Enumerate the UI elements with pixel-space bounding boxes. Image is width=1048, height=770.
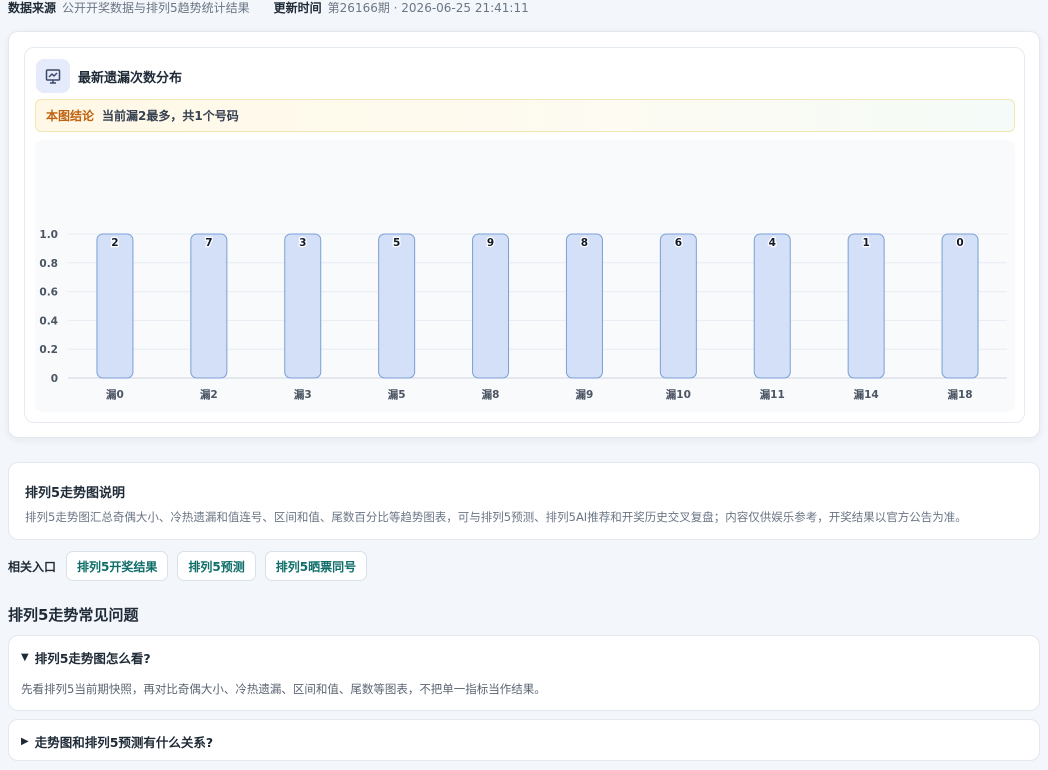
bar bbox=[847, 233, 885, 379]
x-tick-label: 漏9 bbox=[576, 388, 594, 401]
y-tick-label: 0.8 bbox=[39, 258, 58, 270]
link-results[interactable]: 排列5开奖结果 bbox=[66, 551, 169, 581]
x-tick-label: 漏14 bbox=[854, 388, 879, 401]
bar-label: 0 bbox=[956, 237, 963, 249]
faq-question-text: 走势图和排列5预测有什么关系? bbox=[34, 735, 214, 750]
y-tick-label: 1.0 bbox=[39, 229, 58, 241]
faq-item: ▶ 走势图和排列5预测有什么关系? bbox=[8, 719, 1040, 761]
triangle-down-icon: ▼ bbox=[21, 652, 29, 663]
bar-label: 9 bbox=[487, 237, 494, 249]
x-tick-label: 漏5 bbox=[388, 388, 406, 401]
link-same-tickets[interactable]: 排列5晒票同号 bbox=[264, 551, 368, 581]
description-card: 排列5走势图说明 排列5走势图汇总奇偶大小、冷热遗漏和值连号、区间和值、尾数百分… bbox=[8, 462, 1040, 540]
bar bbox=[190, 233, 228, 379]
bar bbox=[753, 233, 791, 379]
x-tick-label: 漏11 bbox=[760, 388, 785, 401]
chart-panel: 最新遗漏次数分布 本图结论 当前漏2最多，共1个号码 0 0.2 0.4 0.6 0.8… bbox=[24, 47, 1025, 423]
x-tick-label: 漏8 bbox=[482, 388, 500, 401]
conclusion-text: 当前漏2最多，共1个号码 bbox=[102, 109, 239, 123]
faq-item: ▼ 排列5走势图怎么看? 先看排列5当前期快照，再对比奇偶大小、冷热遗漏、区间和… bbox=[8, 635, 1040, 711]
chart-card: 最新遗漏次数分布 本图结论 当前漏2最多，共1个号码 0 0.2 0.4 0.6 0.8… bbox=[8, 31, 1040, 438]
bar-label: 2 bbox=[111, 237, 118, 249]
faq-question[interactable]: ▶ 走势图和排列5预测有什么关系? bbox=[21, 732, 213, 751]
x-tick-label: 漏2 bbox=[200, 388, 218, 401]
bar-label: 3 bbox=[299, 237, 306, 249]
source-label: 数据来源 bbox=[8, 0, 57, 15]
chart-title: 最新遗漏次数分布 bbox=[78, 71, 183, 86]
description-text: 排列5走势图汇总奇偶大小、冷热遗漏和值连号、区间和值、尾数百分比等趋势图表，可与… bbox=[25, 510, 967, 524]
bar bbox=[941, 233, 979, 379]
bar-chart: 0 0.2 0.4 0.6 0.8 1.0 2 漏0 7 漏2 3 漏3 5 漏5 9 漏8 8 漏9 6 漏10 4 漏… bbox=[35, 140, 1015, 412]
source-value: 公开开奖数据与排列5趋势统计结果 bbox=[62, 0, 250, 15]
bar-label: 1 bbox=[862, 237, 869, 249]
updated-value: 第26166期 · 2026-06-25 21:41:11 bbox=[327, 0, 529, 15]
faq-answer: 先看排列5当前期快照，再对比奇偶大小、冷热遗漏、区间和值、尾数等图表，不把单一指… bbox=[21, 682, 546, 696]
bar-chart-svg: 0 0.2 0.4 0.6 0.8 1.0 2 漏0 7 漏2 3 漏3 5 漏5 9 漏8 8 漏9 6 漏10 4 漏… bbox=[39, 229, 1007, 401]
bar bbox=[472, 233, 510, 379]
y-tick-label: 0.2 bbox=[39, 344, 58, 356]
bar-label: 8 bbox=[581, 237, 588, 249]
x-tick-label: 漏18 bbox=[947, 388, 972, 401]
y-tick-label: 0 bbox=[51, 373, 58, 385]
bar bbox=[659, 233, 697, 379]
y-tick-label: 0.4 bbox=[39, 315, 58, 327]
x-tick-label: 漏0 bbox=[106, 388, 124, 401]
conclusion-tag: 本图结论 bbox=[46, 109, 95, 123]
x-tick-label: 漏10 bbox=[666, 388, 691, 401]
triangle-right-icon: ▶ bbox=[21, 736, 29, 747]
bar-label: 7 bbox=[205, 237, 212, 249]
faq-question-text: 排列5走势图怎么看? bbox=[34, 651, 151, 666]
meta-row: 数据来源 公开开奖数据与排列5趋势统计结果 更新时间 第26166期 · 202… bbox=[8, 0, 529, 15]
presentation-chart-icon bbox=[36, 59, 70, 93]
faq-question[interactable]: ▼ 排列5走势图怎么看? bbox=[21, 648, 151, 667]
related-label: 相关入口 bbox=[8, 559, 57, 574]
bar-label: 5 bbox=[393, 237, 400, 249]
bar bbox=[378, 233, 416, 379]
updated-label: 更新时间 bbox=[273, 0, 322, 15]
link-prediction[interactable]: 排列5预测 bbox=[177, 551, 256, 581]
y-tick-label: 0.6 bbox=[39, 287, 58, 299]
description-title: 排列5走势图说明 bbox=[25, 486, 126, 501]
related-links: 相关入口 排列5开奖结果 排列5预测 排列5晒票同号 bbox=[8, 551, 368, 581]
bar bbox=[96, 233, 134, 379]
bar bbox=[284, 233, 322, 379]
chart-conclusion: 本图结论 当前漏2最多，共1个号码 bbox=[35, 99, 1015, 132]
faq-heading: 排列5走势常见问题 bbox=[8, 606, 139, 624]
bar-label: 4 bbox=[769, 237, 776, 249]
x-tick-label: 漏3 bbox=[294, 388, 312, 401]
bar-label: 6 bbox=[675, 237, 682, 249]
bar bbox=[565, 233, 603, 379]
